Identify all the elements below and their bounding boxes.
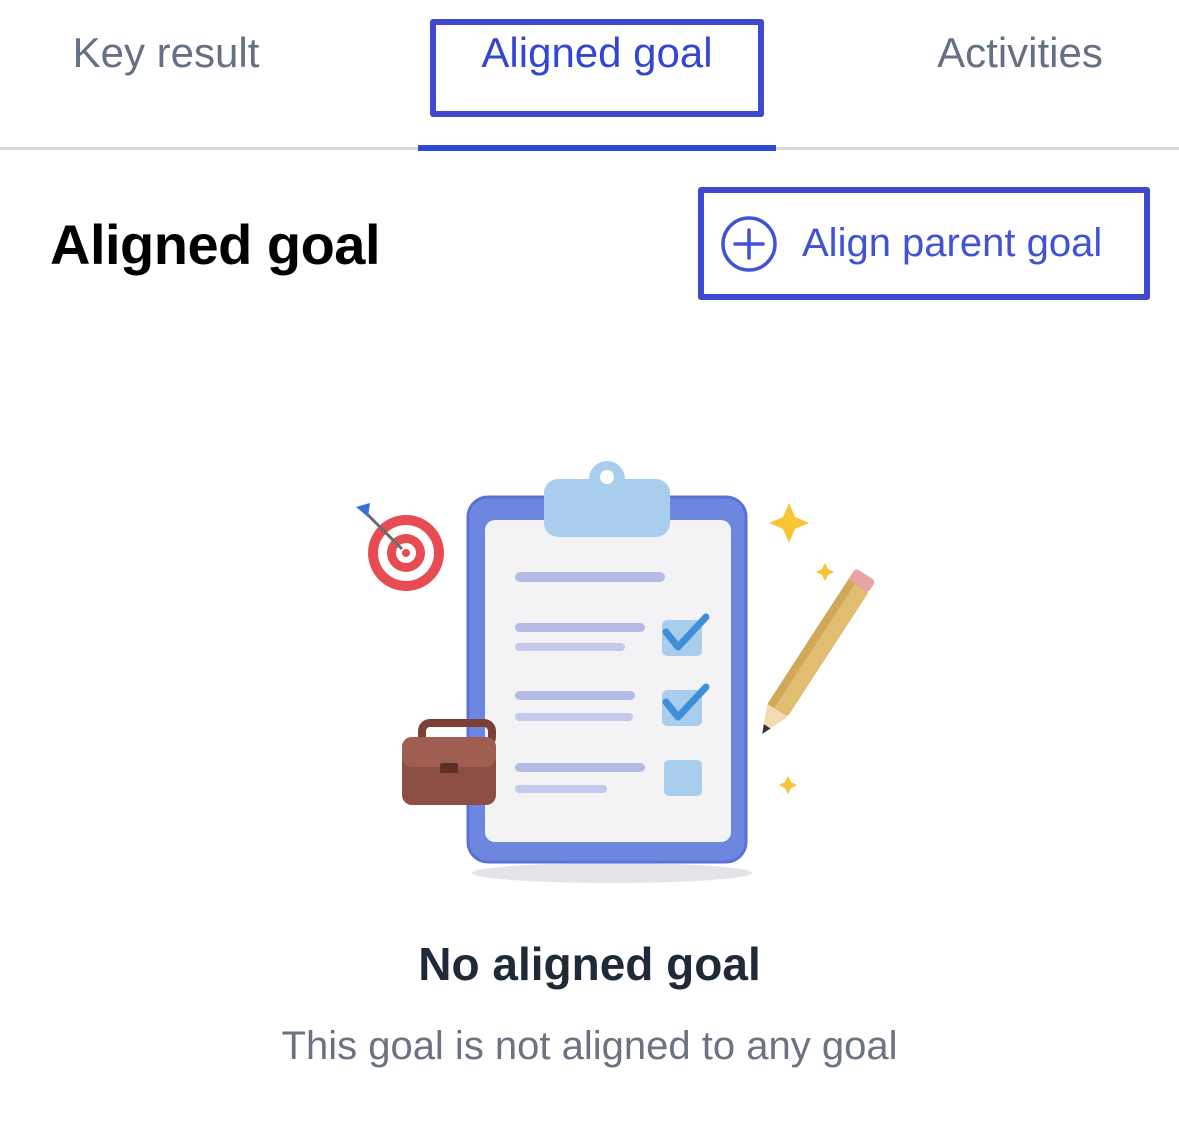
active-tab-indicator [418, 145, 776, 151]
tab-aligned-goal[interactable]: Aligned goal [418, 0, 776, 150]
section-title: Aligned goal [50, 213, 381, 276]
align-parent-goal-button[interactable]: Align parent goal [698, 187, 1150, 300]
tab-activities[interactable]: Activities [880, 0, 1160, 150]
tab-key-result-label: Key result [72, 29, 260, 76]
align-parent-goal-label: Align parent goal [802, 221, 1103, 265]
tab-activities-label: Activities [937, 29, 1103, 76]
tab-key-result[interactable]: Key result [30, 0, 302, 150]
aligned-goal-screen: Key result Aligned goal Activities Align… [0, 0, 1179, 1126]
clipboard-checklist-illustration [356, 461, 875, 883]
plus-circle-icon [721, 215, 777, 272]
empty-state-title: No aligned goal [418, 938, 761, 990]
empty-state-subtitle: This goal is not aligned to any goal [281, 1024, 898, 1068]
tab-aligned-goal-label: Aligned goal [481, 29, 713, 76]
tab-bar: Key result Aligned goal Activities [0, 0, 1179, 150]
